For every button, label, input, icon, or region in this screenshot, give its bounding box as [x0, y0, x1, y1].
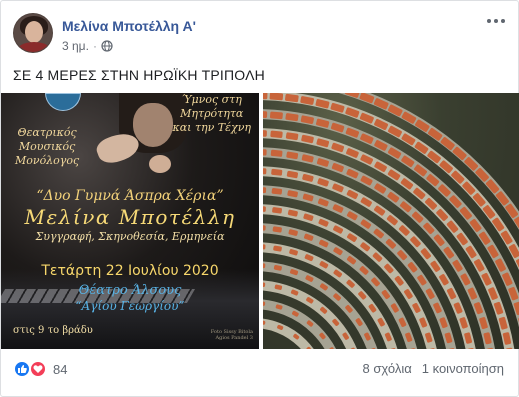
amphitheater-seats-drawing — [263, 93, 519, 349]
poster-time: στις 9 το βράδυ — [13, 325, 93, 336]
seat-cushion — [263, 187, 267, 194]
poster-tagline-line: Ύμνος στη — [181, 93, 242, 106]
post-meta: 3 ημ. · — [62, 39, 113, 53]
avatar-body — [16, 42, 52, 52]
poster-tagline: Ύμνος στη Μητρότητα και την Τέχνη — [173, 93, 252, 135]
theatre-logo — [45, 93, 81, 111]
poster-genre-line: Θεατρικός — [17, 126, 77, 139]
seat-cushion — [271, 168, 283, 176]
seat-cushion — [270, 130, 283, 138]
reaction-count: 84 — [53, 361, 68, 377]
poster-venue: Θέατρο Άλσους — [78, 283, 182, 298]
poster-date: Τετάρτη 22 Ιουλίου 2020 — [41, 263, 219, 279]
dot — [501, 19, 505, 23]
seat-cushion — [263, 168, 267, 175]
event-poster-image[interactable]: Ύμνος στη Μητρότητα και την Τέχνη Θεατρι… — [1, 93, 259, 349]
seat-cushion — [269, 111, 283, 120]
comments-count-link[interactable]: 8 σχόλια — [363, 361, 412, 376]
seat-cushion — [271, 187, 283, 195]
post-media: Ύμνος στη Μητρότητα και την Τέχνη Θεατρι… — [1, 93, 519, 349]
poster-figure-hand — [149, 155, 171, 173]
globe-icon[interactable] — [101, 40, 113, 52]
poster-credit-line: Agios Pandel 3 — [215, 335, 253, 341]
reactions-summary[interactable]: 84 — [13, 359, 67, 379]
post-timestamp-link[interactable]: 3 ημ. — [62, 39, 89, 53]
author-name-link[interactable]: Μελίνα Μποτέλλη Α' — [62, 18, 196, 34]
dot — [487, 19, 491, 23]
seat-cushion — [344, 93, 360, 98]
seat-cushion — [263, 206, 266, 212]
seat-cushion — [263, 110, 268, 118]
seat-cushion — [270, 149, 283, 157]
dot — [494, 19, 498, 23]
poster-credit: Foto Sissy Bitola Agios Pandel 3 — [211, 329, 253, 341]
shares-count-link[interactable]: 1 κοινοποίηση — [422, 361, 504, 376]
post-caption: ΣΕ 4 ΜΕΡΕΣ ΣΤΗΝ ΗΡΩΪΚΗ ΤΡΙΠΟΛΗ — [13, 67, 265, 83]
poster-genre-line: Μουσικός — [18, 140, 76, 153]
love-icon — [29, 360, 47, 378]
poster-artist-name: Μελίνα Μποτέλλη — [24, 205, 236, 229]
seat-cushion — [263, 93, 268, 100]
poster-genre: Θεατρικός Μουσικός Μονόλογος — [15, 126, 79, 168]
more-options-icon[interactable] — [486, 15, 506, 27]
poster-title: “Δυο Γυμνά Άσπρα Χέρια” — [36, 188, 224, 204]
amphitheater-photo[interactable] — [263, 93, 519, 349]
post-stats: 8 σχόλια 1 κοινοποίηση — [363, 361, 504, 376]
seat-cushion — [263, 129, 267, 137]
poster-figure-face — [133, 103, 173, 147]
author-avatar[interactable] — [13, 13, 53, 53]
poster-genre-line: Μονόλογος — [15, 154, 80, 167]
poster-venue-name: “Αγίου Γεωργίου” — [75, 299, 185, 313]
seat-cushion — [263, 148, 267, 156]
meta-separator: · — [92, 39, 97, 53]
seat-cushion — [269, 93, 284, 101]
poster-roles: Συγγραφή, Σκηνοθεσία, Ερμηνεία — [35, 230, 225, 243]
avatar-face — [25, 21, 43, 43]
poster-tagline-line: Μητρότητα — [180, 107, 244, 120]
poster-tagline-line: και την Τέχνη — [172, 121, 252, 134]
feed-post: Μελίνα Μποτέλλη Α' 3 ημ. · ΣΕ 4 ΜΕΡΕΣ ΣΤ… — [0, 0, 519, 397]
